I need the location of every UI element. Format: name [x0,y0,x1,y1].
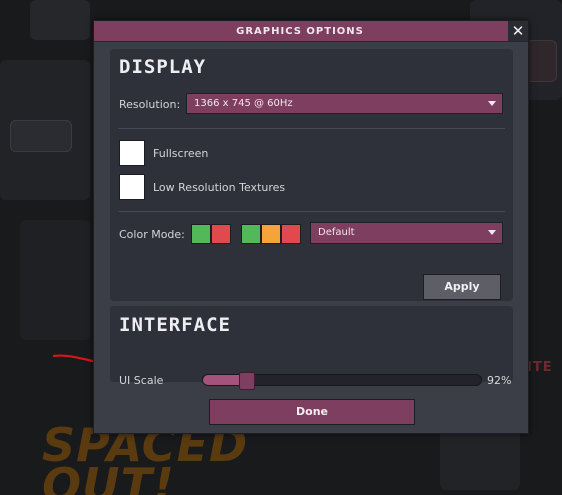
graphics-options-dialog: GRAPHICS OPTIONS ✕ DISPLAY Resolution: 1… [93,20,529,434]
color-mode-value: Default [318,227,355,238]
color-swatch [281,224,301,244]
background-debris [20,220,90,340]
background-debris [440,430,520,490]
fullscreen-label: Fullscreen [153,147,209,160]
game-logo: SPACED OUT! [42,418,249,495]
ui-scale-label: UI Scale [119,374,164,387]
dialog-title: GRAPHICS OPTIONS [236,26,364,37]
display-panel: DISPLAY Resolution: 1366 x 745 @ 60Hz Fu… [110,49,513,301]
resolution-value: 1366 x 745 @ 60Hz [194,98,293,109]
color-swatch [241,224,261,244]
interface-panel: INTERFACE UI Scale 92% [110,306,513,390]
divider [118,128,505,129]
color-mode-dropdown[interactable]: Default [310,222,503,244]
done-button[interactable]: Done [209,399,415,425]
fullscreen-checkbox[interactable] [119,140,145,166]
close-icon: ✕ [511,22,525,40]
display-heading: DISPLAY [119,56,207,78]
color-swatch [211,224,231,244]
chevron-down-icon [488,230,496,235]
background-label: ITE [527,360,553,375]
apply-button[interactable]: Apply [423,274,501,300]
resolution-label: Resolution: [119,98,181,111]
divider [118,211,505,212]
resolution-dropdown[interactable]: 1366 x 745 @ 60Hz [186,93,503,114]
background-debris [10,120,72,152]
color-swatch [191,224,211,244]
slider-handle[interactable] [239,372,255,390]
chevron-down-icon [488,101,496,106]
close-button[interactable]: ✕ [508,21,528,41]
low-res-textures-label: Low Resolution Textures [153,181,286,194]
color-mode-label: Color Mode: [119,228,185,241]
interface-heading: INTERFACE [119,314,231,336]
low-res-textures-checkbox[interactable] [119,174,145,200]
color-swatch [261,224,281,244]
dialog-titlebar: GRAPHICS OPTIONS ✕ [94,21,528,42]
ui-scale-value: 92% [487,374,512,387]
background-debris [30,0,90,40]
